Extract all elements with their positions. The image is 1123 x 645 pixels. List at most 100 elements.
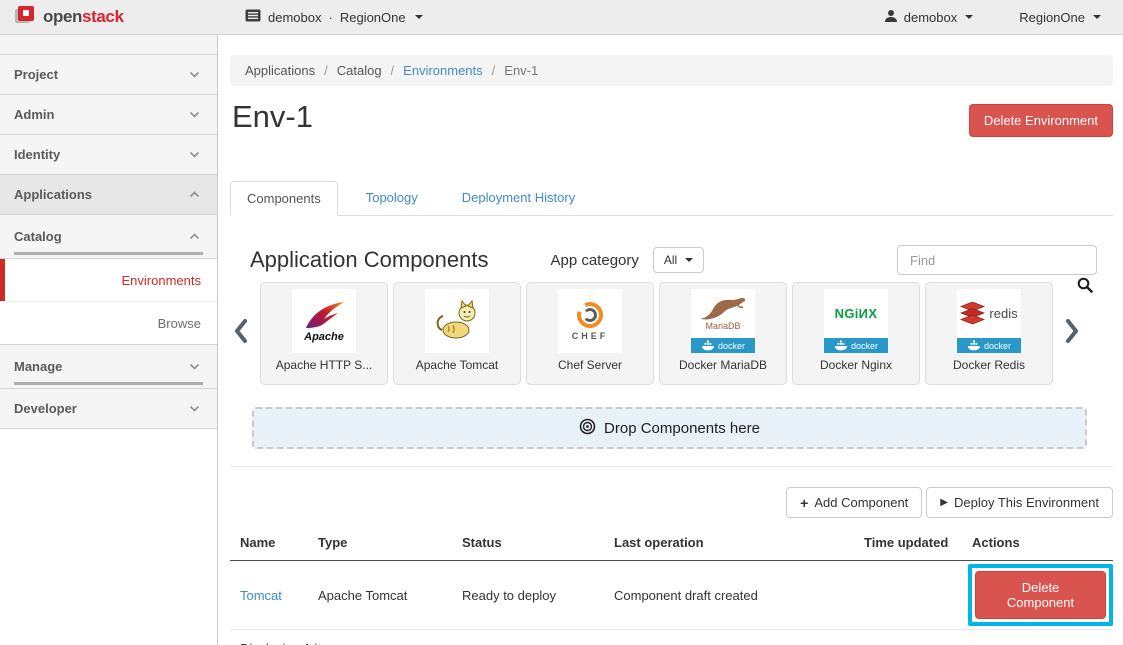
column-header-last-operation: Last operation (604, 526, 854, 561)
context-switcher[interactable]: demobox · RegionOne (245, 9, 423, 25)
app-category-value: All (664, 253, 677, 267)
app-category-label: App category (550, 252, 638, 269)
context-region: RegionOne (340, 10, 406, 25)
nginx-logo-text: NGiИX (835, 306, 878, 321)
highlight-outline: Delete Component (968, 564, 1113, 626)
context-project: demobox (268, 10, 321, 25)
column-header-actions: Actions (962, 526, 1113, 561)
component-card-label: Docker MariaDB (679, 358, 767, 372)
tab-topology[interactable]: Topology (350, 181, 434, 215)
breadcrumb-separator: / (324, 63, 328, 78)
breadcrumb-catalog: Catalog (337, 63, 382, 78)
carousel-left-chevron[interactable] (230, 318, 252, 349)
add-component-button[interactable]: + Add Component (786, 487, 922, 518)
docker-whale-icon (967, 340, 981, 351)
user-icon (884, 9, 898, 26)
tab-bar: Components Topology Deployment History (230, 181, 1113, 216)
carousel-right-chevron[interactable] (1061, 318, 1083, 349)
redis-logo-text: redis (989, 306, 1017, 321)
region-menu[interactable]: RegionOne (1019, 10, 1101, 25)
sidebar-item-label: Identity (14, 147, 60, 162)
delete-environment-button[interactable]: Delete Environment (969, 104, 1113, 137)
plus-icon: + (800, 496, 808, 510)
sidebar-item-project[interactable]: Project (0, 55, 217, 95)
openstack-wordmark: openstack (43, 7, 124, 27)
redis-logo: redis docker (957, 289, 1021, 353)
component-card-docker-mariadb[interactable]: MariaDB docker Docker MariaDB (659, 282, 787, 385)
chef-logo-text: CHEF (572, 331, 609, 341)
apache-logo-text: Apache (304, 331, 344, 343)
bullseye-icon (579, 418, 596, 439)
docker-banner-text: docker (718, 341, 745, 351)
sidebar-item-environments[interactable]: Environments (0, 259, 217, 302)
sidebar-item-label: Browse (158, 316, 201, 331)
sidebar-item-label: Admin (14, 107, 54, 122)
component-type-cell: Apache Tomcat (308, 561, 452, 630)
openstack-logo: openstack (0, 4, 218, 30)
list-icon (245, 9, 261, 25)
deploy-environment-label: Deploy This Environment (954, 495, 1099, 510)
chevron-down-icon (1093, 15, 1101, 19)
component-name-link[interactable]: Tomcat (240, 588, 282, 603)
component-last-operation-cell: Component draft created (604, 561, 854, 630)
page-title: Env-1 (232, 99, 313, 135)
component-card-label: Docker Nginx (820, 358, 892, 372)
chevron-down-icon (685, 258, 693, 262)
user-name: demobox (904, 10, 957, 25)
chevron-down-icon (965, 15, 973, 19)
add-component-label: Add Component (814, 495, 908, 510)
chevron-down-icon (415, 15, 423, 19)
column-header-type: Type (308, 526, 452, 561)
chef-logo: CHEF (558, 289, 622, 353)
play-icon: ▶ (940, 498, 948, 508)
sidebar-item-admin[interactable]: Admin (0, 95, 217, 135)
sidebar-item-manage[interactable]: Manage (0, 345, 217, 389)
breadcrumb-separator: / (492, 63, 496, 78)
section-divider (230, 466, 1113, 467)
component-card-apache-http[interactable]: Apache Apache HTTP S... (260, 282, 388, 385)
component-card-chef-server[interactable]: CHEF Chef Server (526, 282, 654, 385)
component-card-docker-redis[interactable]: redis docker Docker Redis (925, 282, 1053, 385)
sidebar-item-label: Environments (122, 273, 201, 288)
sidebar-item-catalog[interactable]: Catalog (0, 215, 217, 259)
component-card-apache-tomcat[interactable]: Apache Tomcat (393, 282, 521, 385)
component-time-updated-cell (854, 561, 962, 630)
context-separator: · (328, 10, 332, 25)
sidebar: Project Admin Identity Applications Cata… (0, 35, 218, 645)
app-category-dropdown[interactable]: All (653, 247, 704, 273)
find-input[interactable] (897, 245, 1097, 275)
drop-components-zone[interactable]: Drop Components here (252, 407, 1087, 449)
top-header: openstack demobox · RegionOne demobox Re… (0, 0, 1123, 35)
deploy-environment-button[interactable]: ▶ Deploy This Environment (926, 487, 1113, 518)
column-header-time-updated: Time updated (854, 526, 962, 561)
chevron-up-icon (189, 191, 200, 198)
breadcrumb-current: Env-1 (504, 63, 538, 78)
sidebar-item-label: Project (14, 67, 58, 82)
sidebar-top-strip (0, 35, 217, 55)
docker-banner: docker (957, 338, 1021, 353)
docker-banner-text: docker (984, 341, 1011, 351)
sidebar-item-developer[interactable]: Developer (0, 389, 217, 429)
component-card-docker-nginx[interactable]: NGiИX docker Docker Nginx (792, 282, 920, 385)
sidebar-item-label: Catalog (14, 229, 62, 244)
sidebar-item-applications[interactable]: Applications (0, 175, 217, 215)
sidebar-item-identity[interactable]: Identity (0, 135, 217, 175)
sidebar-item-label: Manage (14, 359, 62, 374)
tab-deployment-history[interactable]: Deployment History (446, 181, 591, 215)
breadcrumb-environments-link[interactable]: Environments (403, 63, 482, 78)
tab-components[interactable]: Components (230, 181, 338, 216)
table-row: Tomcat Apache Tomcat Ready to deploy Com… (230, 561, 1113, 630)
dropzone-label: Drop Components here (604, 420, 760, 437)
search-icon[interactable] (1077, 277, 1093, 298)
sidebar-item-browse[interactable]: Browse (0, 302, 217, 345)
user-menu[interactable]: demobox (884, 9, 973, 26)
breadcrumb-applications: Applications (245, 63, 315, 78)
docker-banner-text: docker (851, 341, 878, 351)
sidebar-item-label: Developer (14, 401, 77, 416)
nginx-logo: NGiИX docker (824, 289, 888, 353)
tomcat-logo (425, 289, 489, 353)
docker-whale-icon (701, 340, 715, 351)
openstack-cube-icon (14, 4, 37, 30)
main-content: Applications / Catalog / Environments / … (218, 35, 1123, 645)
delete-component-button[interactable]: Delete Component (975, 571, 1106, 619)
